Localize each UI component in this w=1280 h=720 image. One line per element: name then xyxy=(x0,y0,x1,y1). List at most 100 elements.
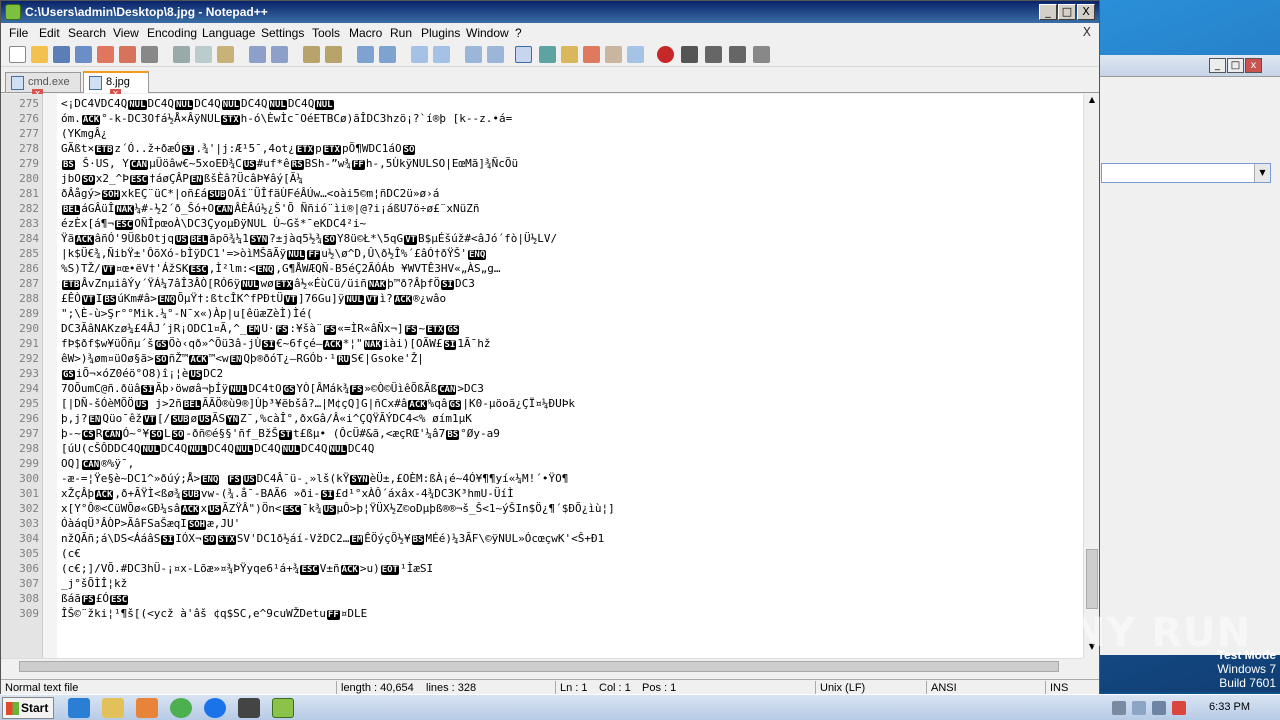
editor-line[interactable]: 306 (c€;]/VÕ.#DC3hÜ-¡¤x-Lõæ»¤¾ÞŸyqe6¹á+¾ E… xyxy=(1,562,1083,577)
show-all-chars-icon[interactable] xyxy=(487,46,504,63)
editor-line[interactable]: 282 BEL áGÂüÎ NAK ¼#-½2´ð_Šó+O CAN ÂÈÂú½¿Š'Õ Ñ… xyxy=(1,202,1083,217)
editor-line[interactable]: 298 [úU(cŠÔDDC4Q NUL DC4Q NUL DC4Q NUL DC4Q NUL D… xyxy=(1,442,1083,457)
word-wrap-icon[interactable] xyxy=(465,46,482,63)
editor-line[interactable]: 299 OQ] CAN ®%ÿ¯, xyxy=(1,457,1083,472)
close-document-icon[interactable]: X xyxy=(1083,25,1091,39)
minimize-button[interactable]: _ xyxy=(1039,4,1057,20)
tab-8-jpg[interactable]: 8.jpgx xyxy=(83,71,149,100)
zoom-out-icon[interactable] xyxy=(379,46,396,63)
menu-macro[interactable]: Macro xyxy=(349,26,382,40)
background-window[interactable]: _ □ x ▼ xyxy=(1092,55,1280,655)
redo-icon[interactable] xyxy=(271,46,288,63)
background-window-titlebar[interactable]: _ □ x xyxy=(1093,55,1280,77)
zoom-in-icon[interactable] xyxy=(357,46,374,63)
editor-line[interactable]: 293 GS iÕ¬×óZ0éö°O8)î¡¦è US DC2 xyxy=(1,367,1083,382)
editor-line[interactable]: 275 <¡DC4VDC4Q NUL DC4Q NUL DC4Q NUL DC4Q NUL DC4… xyxy=(1,97,1083,112)
function-list-icon[interactable] xyxy=(583,46,600,63)
menu-run[interactable]: Run xyxy=(390,26,412,40)
clock[interactable]: 6:33 PM xyxy=(1209,701,1250,713)
save-macro-icon[interactable] xyxy=(753,46,770,63)
cmd-icon[interactable] xyxy=(238,698,260,718)
editor-line[interactable]: 283 ézÈx[á¶¬ ESC OÑÎpœoÀ\DC3ÇyoµÐÿNUL Ù~Gš*… xyxy=(1,217,1083,232)
sync-h-scroll-icon[interactable] xyxy=(433,46,450,63)
print-icon[interactable] xyxy=(141,46,158,63)
editor-line[interactable]: 297 þ-~ CS R CAN Ó~°¥ SO L SO -ðñ©é§§'ñf_BžŠ ST t£ß… xyxy=(1,427,1083,442)
editor-line[interactable]: 305 (c€ xyxy=(1,547,1083,562)
doc-map-icon[interactable] xyxy=(561,46,578,63)
edge-icon[interactable] xyxy=(204,698,226,718)
bg-minimize-button[interactable]: _ xyxy=(1209,58,1226,73)
maximize-button[interactable]: □ xyxy=(1058,4,1076,20)
editor-line[interactable]: 296 þ,j? EN Qüo¯êž VT [/SUB ø US ÃS YN Z¯,%càÎ°,ðx… xyxy=(1,412,1083,427)
editor-line[interactable]: 289 ";\È-ù>Şr°°Mik.¼°-N¯x«)Àp|u[êüæZèÌ)Ìé… xyxy=(1,307,1083,322)
editor-line[interactable]: 279 BS Š·US, Y CAN µÜöâw€~5xoEÐ¾C US #uf*ê RS B… xyxy=(1,157,1083,172)
menu-edit[interactable]: Edit xyxy=(39,26,60,40)
explorer-icon[interactable] xyxy=(102,698,124,718)
flag-alert-icon[interactable] xyxy=(1172,701,1186,715)
new-file-icon[interactable] xyxy=(9,46,26,63)
close-button[interactable]: X xyxy=(1077,4,1095,20)
network-icon[interactable] xyxy=(1132,701,1146,715)
save-icon[interactable] xyxy=(53,46,70,63)
find-icon[interactable] xyxy=(303,46,320,63)
run-macro-multiple-icon[interactable] xyxy=(729,46,746,63)
title-bar[interactable]: C:\Users\admin\Desktop\8.jpg - Notepad++… xyxy=(1,1,1099,23)
editor-line[interactable]: 307 _j°šÕÌÎ¦kž xyxy=(1,577,1083,592)
editor-line[interactable]: 278 GÃßt× ETB z´Ó..ž+ðæÓ SI .¾'|j:Æ¹5¯,4ot¿ ET… xyxy=(1,142,1083,157)
chrome-icon[interactable] xyxy=(170,698,192,718)
user-language-icon[interactable] xyxy=(539,46,556,63)
editor-line[interactable]: 308 ßáã FS £Ó ESC xyxy=(1,592,1083,607)
menu-encoding[interactable]: Encoding xyxy=(147,26,197,40)
editor-line[interactable]: 304 nžQÃñ;á\DS<ÁáâS SI IÓX¬ SO STX SV'DC1ð½áí-… xyxy=(1,532,1083,547)
editor-line[interactable]: 287 ETB ÂvZnµiâÝy´ŸÁ¼7âÎ3ÂÒ[RÓ6ÿ NUL wø ETX â½… xyxy=(1,277,1083,292)
editor-line[interactable]: 291 fÞ$ðf$w¥üÖñµ´š GS Öò‹qð»^Õü3â-jÙ SI €~6fç… xyxy=(1,337,1083,352)
editor-line[interactable]: 284 Ÿã ACK âñÓ'9ÜßbOtjq US BEL ãpõ¾¼1 SYN ?±jàq5… xyxy=(1,232,1083,247)
copy-icon[interactable] xyxy=(195,46,212,63)
editor-line[interactable]: 277 (YKmgÂ¿ xyxy=(1,127,1083,142)
open-file-icon[interactable] xyxy=(31,46,48,63)
folder-workspace-icon[interactable] xyxy=(605,46,622,63)
save-all-icon[interactable] xyxy=(75,46,92,63)
editor-area[interactable]: 275 <¡DC4VDC4Q NUL DC4Q NUL DC4Q NUL DC4Q NUL DC4… xyxy=(1,94,1083,658)
bg-maximize-button[interactable]: □ xyxy=(1227,58,1244,73)
stop-macro-icon[interactable] xyxy=(681,46,698,63)
menu-help[interactable]: ? xyxy=(515,26,522,40)
horizontal-scrollbar[interactable] xyxy=(1,658,1083,673)
volume-icon[interactable] xyxy=(1152,701,1166,715)
paste-icon[interactable] xyxy=(217,46,234,63)
menu-window[interactable]: Window xyxy=(466,26,509,40)
editor-line[interactable]: 295 [|DÑ-šÓèMÕÖ US j>2ñ BEL ÃÃÖ®ù9®]Ùþ³¥ëbšâ… xyxy=(1,397,1083,412)
start-button[interactable]: Start xyxy=(2,697,54,719)
editor-line[interactable]: 292 êW>)¾øm¤üOø§ã> SO ñŽ™ ACK ™<w EN Qþ®ðóT¿–RG… xyxy=(1,352,1083,367)
editor-line[interactable]: 301 xŽçÂþ ACK ,ð+ÃŸÌ<ßø¾ SUB vw-(¾.å¯-BAÃ6 »ð… xyxy=(1,487,1083,502)
replace-icon[interactable] xyxy=(325,46,342,63)
tray-arrow-icon[interactable] xyxy=(1112,701,1126,715)
editor-line[interactable]: 303 ÓàáqÜ³ÂÒP>ÃâFSaŠæqI SOH æ,JU' xyxy=(1,517,1083,532)
notepadpp-taskbar-icon[interactable] xyxy=(272,698,294,718)
editor-line[interactable]: 286 %S)TŽ/VT ¤œ•ëV†'ÁžSK ESC ,Ì²lm:< ENQ ,G¶ÅW… xyxy=(1,262,1083,277)
bg-close-button[interactable]: x xyxy=(1245,58,1262,73)
menu-tools[interactable]: Tools xyxy=(312,26,340,40)
editor-line[interactable]: 288 £ÊÒ VT I BS úKm#â> ENQ ÕµŸ†:ßtcÎK^fPÐtÜ VT]7… xyxy=(1,292,1083,307)
close-all-icon[interactable] xyxy=(119,46,136,63)
vertical-scrollbar[interactable]: ▲ ▼ xyxy=(1083,94,1099,658)
editor-line[interactable]: 290 DC3ÃâNAKzø¼£4ÂJ´jR¡ODC1¤Ã,^_ EM U· FS:¥š… xyxy=(1,322,1083,337)
record-macro-icon[interactable] xyxy=(657,46,674,63)
editor-line[interactable]: 294 7OÕumC@ñ.ðüâ SI Ãþ›öwøâ¬þÍÿ NUL DC4tO GS YÒ… xyxy=(1,382,1083,397)
horizontal-scroll-thumb[interactable] xyxy=(19,661,1059,672)
menu-search[interactable]: Search xyxy=(68,26,106,40)
media-player-icon[interactable] xyxy=(136,698,158,718)
play-macro-icon[interactable] xyxy=(705,46,722,63)
ie-icon[interactable] xyxy=(68,698,90,718)
menu-language[interactable]: Language xyxy=(202,26,255,40)
editor-line[interactable]: 281 ðÂågý> SOH xkEÇ¨üC*|oñ£á SUB OÃî¨ÜÎfäÙFéÂ… xyxy=(1,187,1083,202)
undo-icon[interactable] xyxy=(249,46,266,63)
monitoring-icon[interactable] xyxy=(627,46,644,63)
editor-line[interactable]: 309 ÎŠ©¨žki¦¹¶š[(<ycž à'âš ¢q$SC,e^9cuWŽD… xyxy=(1,607,1083,622)
cut-icon[interactable] xyxy=(173,46,190,63)
menu-file[interactable]: File xyxy=(9,26,28,40)
editor-line[interactable]: 276 óm. ACK °-k-DC3Ofá½Å×ÂÿNUL STX h-ó\ÈwÌc¯O… xyxy=(1,112,1083,127)
indent-guide-icon[interactable] xyxy=(515,46,532,63)
editor-line[interactable]: 300 -æ-=¦Ÿe§è~DC1^»ðúý;Å> ENQ FS US DC4Â¯ü-¸… xyxy=(1,472,1083,487)
scroll-up-icon[interactable]: ▲ xyxy=(1086,95,1098,109)
